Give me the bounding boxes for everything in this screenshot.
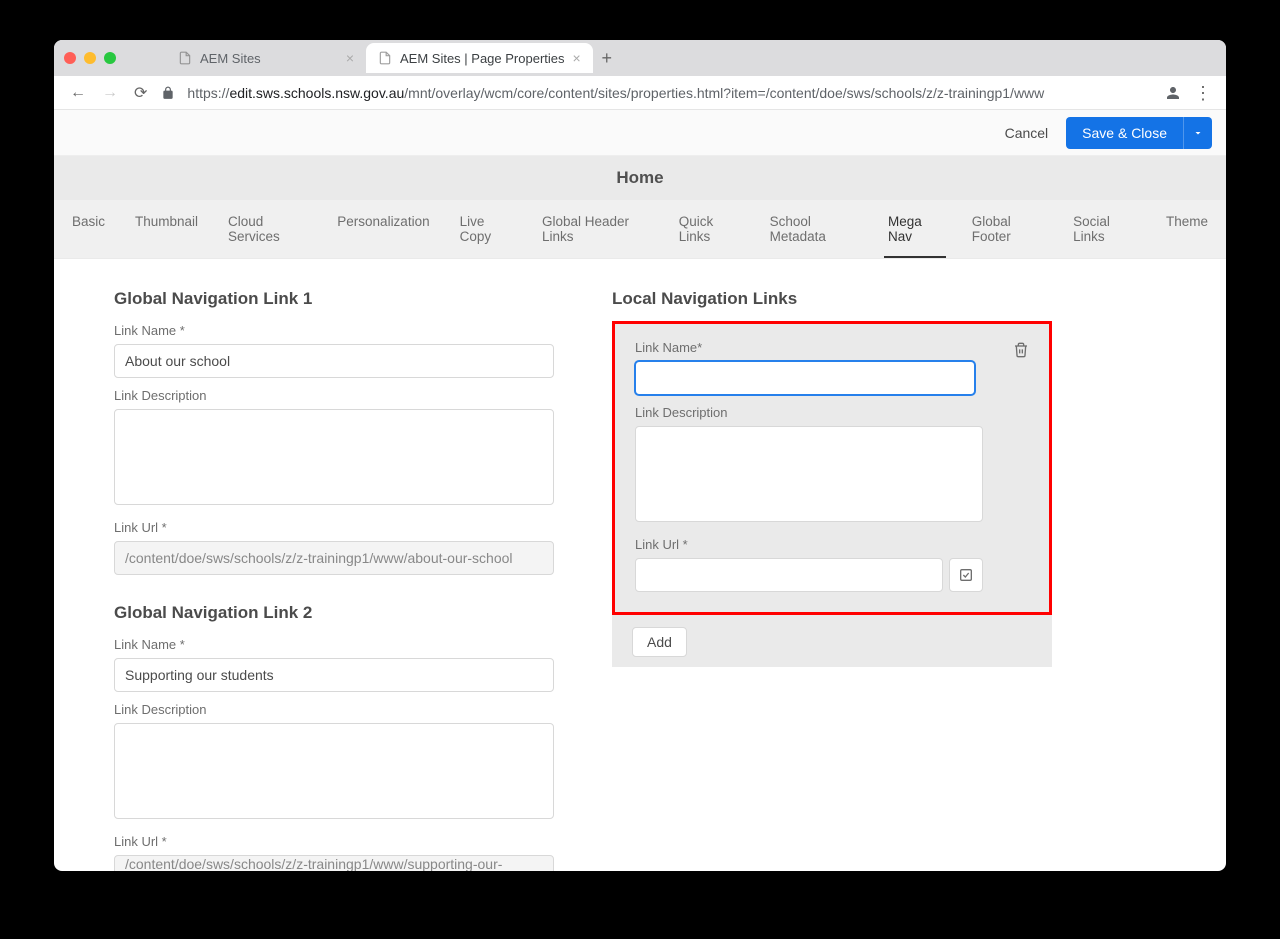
close-window-button[interactable]: [64, 52, 76, 64]
lock-icon: [161, 86, 175, 100]
url-prefix: https://: [187, 85, 229, 101]
browser-tab[interactable]: AEM Sites | Page Properties ×: [366, 43, 593, 73]
back-button[interactable]: ←: [68, 82, 88, 104]
link-description-label: Link Description: [114, 702, 554, 717]
save-close-dropdown[interactable]: [1183, 117, 1212, 149]
tab-title: AEM Sites | Page Properties: [400, 51, 565, 66]
local-link-name-input[interactable]: [635, 361, 975, 395]
local-nav-item-highlight: Link Name* Link Description Link Url *: [612, 321, 1052, 615]
tab-global-footer[interactable]: Global Footer: [968, 200, 1047, 258]
page-icon: [178, 51, 192, 65]
link-name-input[interactable]: [114, 344, 554, 378]
tab-social-links[interactable]: Social Links: [1069, 200, 1140, 258]
page-icon: [378, 51, 392, 65]
tab-title: AEM Sites: [200, 51, 261, 66]
tab-thumbnail[interactable]: Thumbnail: [131, 200, 202, 258]
profile-icon[interactable]: [1164, 84, 1182, 102]
tab-quick-links[interactable]: Quick Links: [675, 200, 744, 258]
link-name-label: Link Name *: [114, 323, 554, 338]
browser-tab-strip: AEM Sites × AEM Sites | Page Properties …: [54, 40, 1226, 76]
address-bar: ← → ⟳ https://edit.sws.schools.nsw.gov.a…: [54, 76, 1226, 110]
forward-button[interactable]: →: [100, 82, 120, 104]
browser-menu-button[interactable]: ⋮: [1194, 90, 1212, 96]
dialog-action-bar: Cancel Save & Close: [54, 110, 1226, 156]
browser-tab[interactable]: AEM Sites ×: [166, 43, 366, 73]
link-url-input[interactable]: /content/doe/sws/schools/z/z-trainingp1/…: [114, 541, 554, 575]
section-heading: Global Navigation Link 1: [114, 289, 554, 309]
global-nav-column: Global Navigation Link 1 Link Name * Lin…: [114, 289, 554, 871]
window-controls: [64, 52, 116, 64]
local-nav-area: Link Name* Link Description Link Url *: [612, 321, 1052, 667]
tab-theme[interactable]: Theme: [1162, 200, 1212, 258]
chevron-down-icon: [1192, 127, 1204, 139]
section-heading: Local Navigation Links: [612, 289, 1052, 309]
trash-icon: [1013, 342, 1029, 358]
url-path: /mnt/overlay/wcm/core/content/sites/prop…: [404, 85, 1044, 101]
browser-window: AEM Sites × AEM Sites | Page Properties …: [54, 40, 1226, 871]
minimize-window-button[interactable]: [84, 52, 96, 64]
tab-cloud-services[interactable]: Cloud Services: [224, 200, 311, 258]
cancel-button[interactable]: Cancel: [1005, 125, 1049, 141]
tab-global-header-links[interactable]: Global Header Links: [538, 200, 653, 258]
link-url-label: Link Url *: [114, 834, 554, 849]
close-tab-icon[interactable]: ×: [573, 50, 581, 66]
link-description-label: Link Description: [635, 405, 1029, 420]
add-button[interactable]: Add: [632, 627, 687, 657]
path-picker-button[interactable]: [949, 558, 983, 592]
tab-basic[interactable]: Basic: [68, 200, 109, 258]
new-tab-button[interactable]: +: [593, 48, 621, 69]
checkmark-icon: [958, 567, 974, 583]
form-content: Global Navigation Link 1 Link Name * Lin…: [54, 259, 1226, 871]
tab-mega-nav[interactable]: Mega Nav: [884, 200, 946, 258]
link-name-input[interactable]: [114, 658, 554, 692]
close-tab-icon[interactable]: ×: [346, 50, 354, 66]
section-heading: Global Navigation Link 2: [114, 603, 554, 623]
tab-school-metadata[interactable]: School Metadata: [766, 200, 862, 258]
url-host: edit.sws.schools.nsw.gov.au: [229, 85, 404, 101]
link-name-label: Link Name*: [635, 340, 1013, 355]
delete-button[interactable]: [1013, 342, 1029, 358]
link-url-input[interactable]: /content/doe/sws/schools/z/z-trainingp1/…: [114, 855, 554, 871]
local-link-url-input[interactable]: [635, 558, 943, 592]
reload-button[interactable]: ⟳: [132, 81, 149, 105]
local-link-description-input[interactable]: [635, 426, 983, 522]
local-nav-column: Local Navigation Links Link Name* Link D…: [612, 289, 1052, 871]
url-field[interactable]: https://edit.sws.schools.nsw.gov.au/mnt/…: [187, 85, 1152, 101]
save-close-group: Save & Close: [1066, 117, 1212, 149]
link-description-input[interactable]: [114, 409, 554, 505]
tab-live-copy[interactable]: Live Copy: [456, 200, 516, 258]
link-name-label: Link Name *: [114, 637, 554, 652]
link-description-label: Link Description: [114, 388, 554, 403]
page-title: Home: [54, 156, 1226, 200]
property-tabs: Basic Thumbnail Cloud Services Personali…: [54, 200, 1226, 259]
maximize-window-button[interactable]: [104, 52, 116, 64]
tab-personalization[interactable]: Personalization: [333, 200, 433, 258]
link-description-input[interactable]: [114, 723, 554, 819]
link-url-label: Link Url *: [635, 537, 1029, 552]
link-url-label: Link Url *: [114, 520, 554, 535]
save-close-button[interactable]: Save & Close: [1066, 117, 1183, 149]
